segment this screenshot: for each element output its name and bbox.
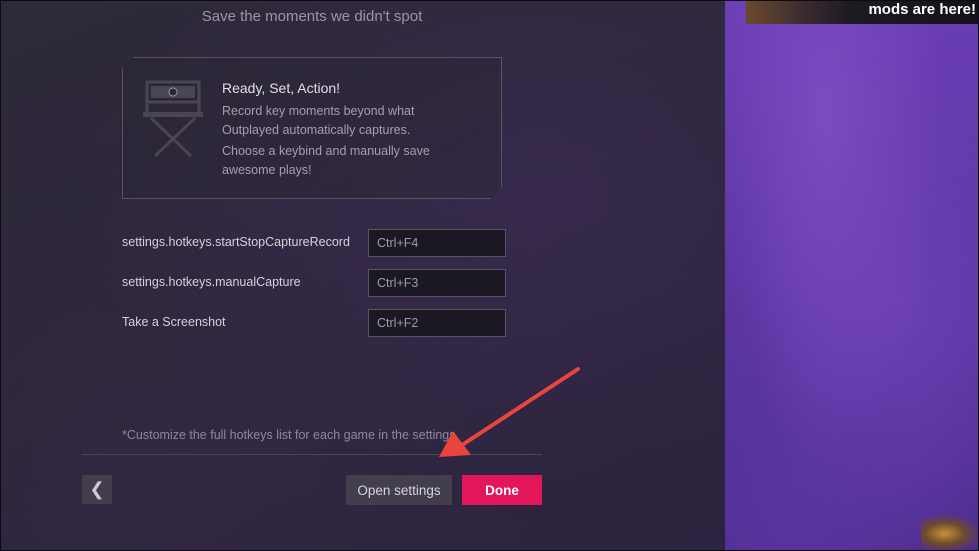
corner-artwork: [921, 515, 978, 550]
done-button[interactable]: Done: [462, 475, 542, 505]
open-settings-button[interactable]: Open settings: [346, 475, 452, 505]
card-text-line: Choose a keybind and manually save: [222, 144, 430, 158]
hotkey-label: settings.hotkeys.manualCapture: [122, 275, 301, 289]
director-chair-icon: [143, 78, 203, 158]
card-title: Ready, Set, Action!: [222, 80, 341, 96]
app-window: mods are here! Save the moments we didn'…: [0, 0, 979, 551]
hotkey-input-screenshot[interactable]: Ctrl+F2: [368, 309, 506, 337]
side-art-panel: [725, 1, 978, 550]
card-text-line: awesome plays!: [222, 163, 312, 177]
card-text-line: Outplayed automatically captures.: [222, 123, 411, 137]
promo-text: mods are here!: [868, 1, 976, 18]
annotation-arrow-icon: [439, 367, 580, 457]
back-button[interactable]: ❮: [82, 475, 112, 504]
hotkey-row-start-stop-capture: settings.hotkeys.startStopCaptureRecord …: [122, 229, 507, 258]
promo-banner[interactable]: mods are here!: [746, 1, 978, 24]
hotkey-input-manual-capture[interactable]: Ctrl+F3: [368, 269, 506, 297]
hotkey-row-manual-capture: settings.hotkeys.manualCapture Ctrl+F3: [122, 269, 507, 298]
footnote: *Customize the full hotkeys list for eac…: [122, 428, 456, 442]
hotkey-label: settings.hotkeys.startStopCaptureRecord: [122, 235, 350, 249]
hotkey-row-screenshot: Take a Screenshot Ctrl+F2: [122, 309, 507, 338]
hotkey-input-start-stop-capture[interactable]: Ctrl+F4: [368, 229, 506, 257]
page-subtitle: Save the moments we didn't spot: [201, 8, 423, 25]
hotkey-label: Take a Screenshot: [122, 315, 226, 329]
info-card: Ready, Set, Action! Record key moments b…: [122, 57, 502, 199]
card-text-line: Record key moments beyond what: [222, 104, 415, 118]
